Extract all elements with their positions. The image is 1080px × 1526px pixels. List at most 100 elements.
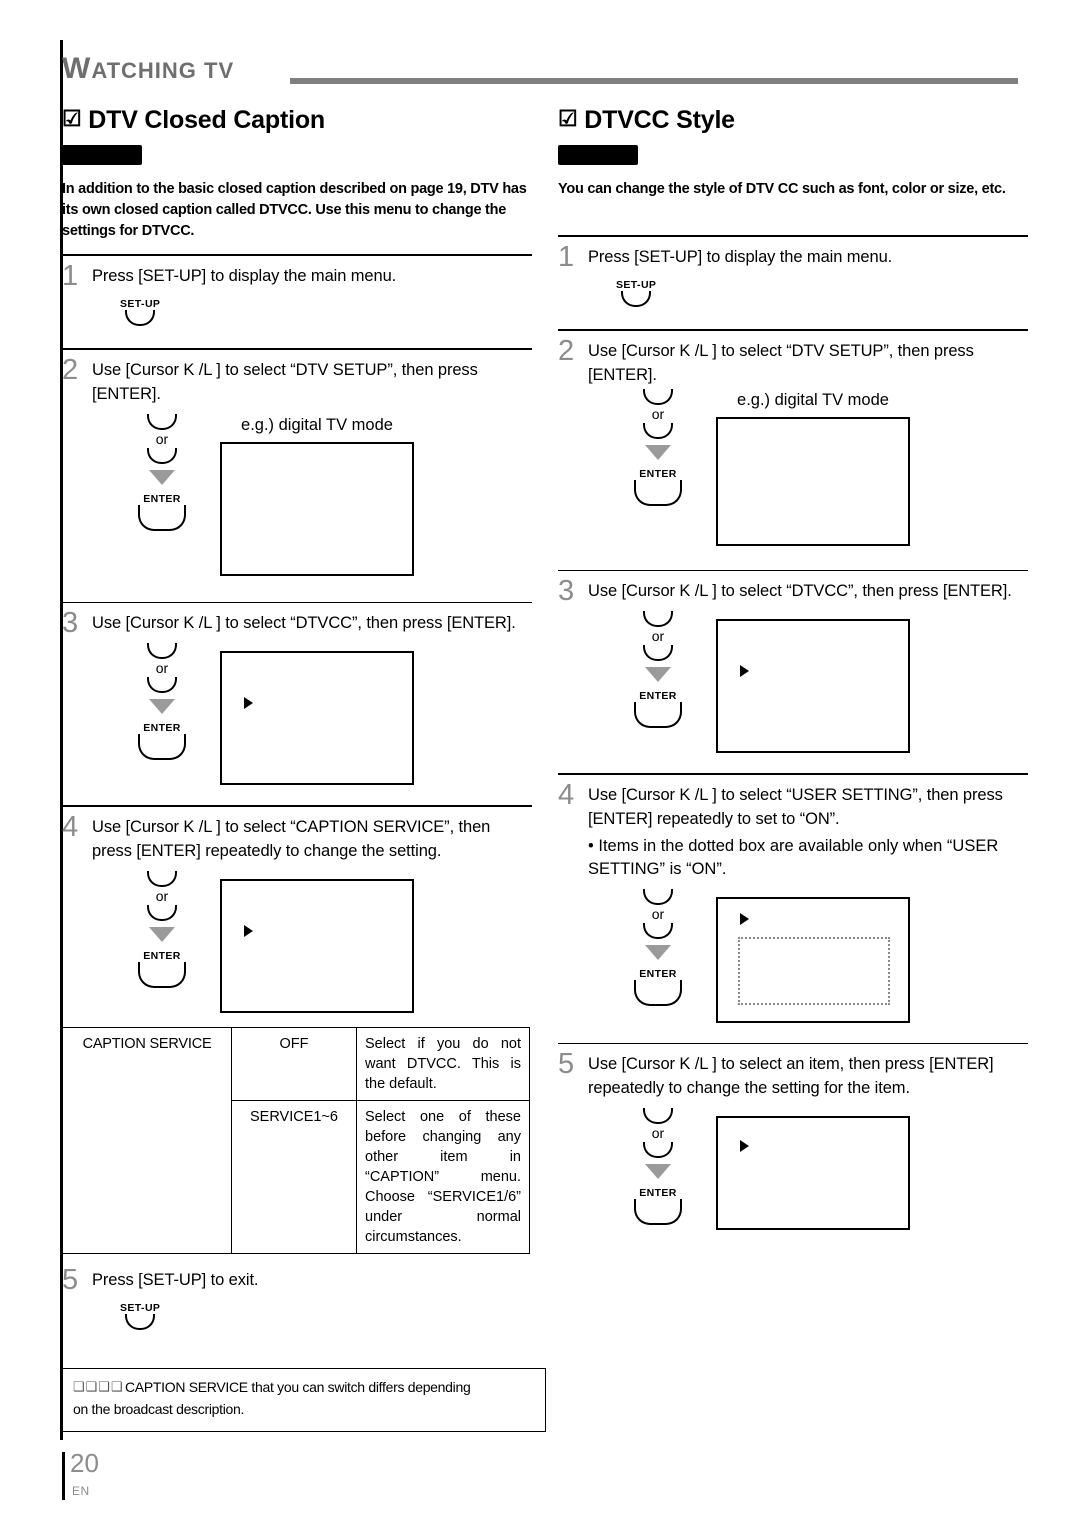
cursor-key-shape — [147, 447, 177, 464]
tv-screen-illustration — [716, 619, 910, 754]
key-label: ENTER — [143, 949, 181, 962]
or-label: or — [155, 660, 169, 677]
divider — [62, 805, 532, 807]
setup-key-graphic: SET-UP — [120, 1302, 160, 1330]
footer-vertical-rule — [62, 1452, 65, 1500]
cursor-key-shape — [147, 643, 177, 660]
key-shape — [634, 479, 682, 506]
tv-screen-illustration — [716, 1116, 910, 1231]
step-5: 5 Press [SET-UP] to exit. SET-UP — [62, 1264, 532, 1330]
step-number: 2 — [558, 334, 575, 367]
setup-key-graphic: SET-UP — [616, 279, 656, 307]
left-column: ☑ DTV Closed Caption In addition to the … — [62, 104, 546, 1432]
cursor-key-shape — [643, 422, 673, 439]
step-number: 1 — [558, 241, 575, 273]
caption-service-table: CAPTION SERVICE OFF Select if you do not… — [62, 1026, 530, 1254]
step-text: Use [Cursor K /L ] to select an item, th… — [588, 1055, 994, 1098]
example-caption: e.g.) digital TV mode — [737, 390, 889, 409]
key-label: SET-UP — [616, 279, 657, 291]
step-number: 5 — [558, 1048, 575, 1081]
step-text: Use [Cursor K /L ] to select “DTVCC”, th… — [588, 582, 1012, 601]
note-line-1: CAPTION SERVICE that you can switch diff… — [125, 1378, 471, 1395]
step-2: 2 Use [Cursor K /L ] to select “DTV SETU… — [558, 335, 1028, 546]
tv-screen-illustration — [220, 651, 414, 786]
key-label: SET-UP — [120, 1301, 161, 1314]
cursor-enter-graphic: or ENTER — [628, 611, 688, 729]
key-shape — [634, 1199, 682, 1226]
enter-key-graphic: ENTER — [634, 968, 682, 1006]
cursor-key-shape — [147, 413, 177, 430]
divider — [62, 348, 532, 350]
arrow-down-icon — [645, 444, 671, 460]
right-column: ☑ DTVCC Style You can change the style o… — [558, 104, 1028, 1231]
step-text: Use [Cursor K /L ] to select “DTV SETUP”… — [588, 341, 974, 384]
enter-key-graphic: ENTER — [634, 468, 682, 506]
key-shape — [138, 734, 186, 761]
key-label: ENTER — [639, 967, 677, 980]
enter-key-graphic: ENTER — [138, 493, 186, 531]
selection-arrow-icon — [740, 1140, 749, 1153]
step-text: Press [SET-UP] to display the main menu. — [588, 248, 893, 266]
table-cell-description: Select one of these before changing any … — [356, 1099, 530, 1254]
section-title-dtv-closed-caption: ☑ DTV Closed Caption — [62, 104, 532, 135]
cursor-enter-graphic: or ENTER — [132, 870, 192, 988]
divider — [62, 601, 532, 604]
section-intro: You can change the style of DTV CC such … — [558, 181, 1006, 197]
step-text: Use [Cursor K /L ] to select “CAPTION SE… — [92, 817, 491, 860]
or-label: or — [651, 1125, 665, 1142]
cursor-key-shape — [643, 1108, 673, 1125]
step-4: 4 Use [Cursor K /L ] to select “USER SET… — [558, 779, 1028, 1023]
step-number: 2 — [62, 353, 79, 386]
arrow-down-icon — [645, 1164, 671, 1180]
step-number: 4 — [62, 810, 79, 843]
key-label: SET-UP — [120, 298, 161, 310]
header-rule — [290, 78, 1018, 84]
arrow-down-icon — [645, 667, 671, 683]
key-label: ENTER — [639, 690, 677, 703]
step-1: 1 Press [SET-UP] to display the main men… — [558, 241, 1028, 307]
divider — [558, 1042, 1028, 1045]
step-text: Press [SET-UP] to exit. — [92, 1270, 259, 1289]
enter-key-graphic: ENTER — [138, 950, 186, 988]
key-label: ENTER — [639, 467, 677, 480]
selection-arrow-icon — [740, 665, 749, 678]
tv-screen-illustration — [220, 441, 414, 576]
step-number: 5 — [62, 1263, 79, 1296]
key-shape — [125, 310, 156, 326]
section-intro: In addition to the basic closed caption … — [62, 181, 527, 239]
step-3: 3 Use [Cursor K /L ] to select “DTVCC”, … — [62, 607, 532, 786]
cursor-enter-graphic: or ENTER — [628, 388, 688, 506]
chapter-title-capital: W — [62, 52, 92, 85]
step-2: 2 Use [Cursor K /L ] to select “DTV SETU… — [62, 354, 532, 576]
cursor-key-shape — [147, 870, 177, 887]
key-shape — [138, 504, 186, 531]
section-title-text: DTV Closed Caption — [88, 106, 325, 134]
step-text: Press [SET-UP] to display the main menu. — [92, 267, 397, 285]
manual-page: WATCHING TV ☑ DTV Closed Caption In addi… — [0, 0, 1080, 1526]
cursor-enter-graphic: or ENTER — [628, 888, 688, 1006]
cursor-enter-graphic: or ENTER — [132, 643, 192, 761]
step-number: 1 — [62, 260, 79, 292]
cursor-key-shape — [147, 677, 177, 694]
table-cell-description: Select if you do not want DTVCC. This is… — [356, 1026, 530, 1101]
note-box: ❑❑❑❑ CAPTION SERVICE that you can switch… — [62, 1367, 546, 1432]
selection-arrow-icon — [740, 912, 749, 925]
chapter-title-rest: ATCHING TV — [91, 58, 235, 83]
checkbox-marker-icon: ☑ — [62, 106, 82, 131]
step-number: 3 — [558, 575, 575, 608]
page-language: EN — [72, 1484, 90, 1498]
or-label: or — [155, 887, 169, 904]
divider — [558, 569, 1028, 572]
section-title-text: DTVCC Style — [584, 106, 735, 134]
divider — [558, 773, 1028, 775]
arrow-down-icon — [645, 944, 671, 960]
cursor-key-shape — [643, 611, 673, 628]
or-label: or — [651, 905, 665, 922]
step-number: 4 — [558, 778, 575, 811]
table-cell-value: OFF — [231, 1026, 357, 1101]
cursor-key-shape — [643, 922, 673, 939]
arrow-down-icon — [149, 926, 175, 942]
step-4: 4 Use [Cursor K /L ] to select “CAPTION … — [62, 811, 532, 1013]
step-text: Use [Cursor K /L ] to select “USER SETTI… — [588, 785, 1003, 828]
enter-key-graphic: ENTER — [634, 690, 682, 729]
